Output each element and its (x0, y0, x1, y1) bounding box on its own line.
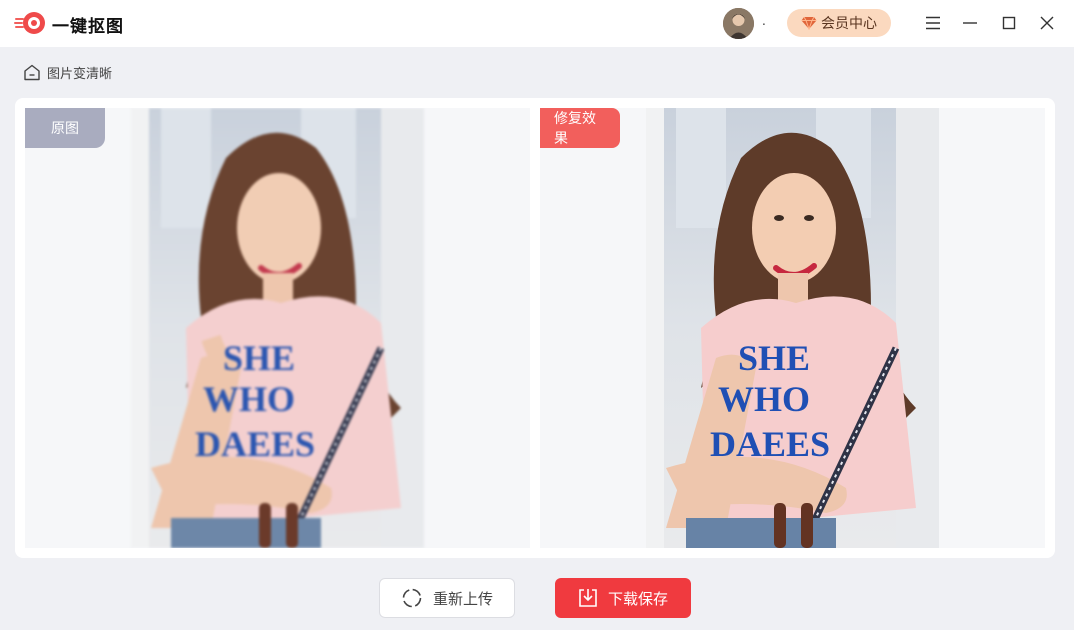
close-icon (1040, 16, 1054, 30)
original-photo: SHE WHO DAEES (131, 108, 424, 548)
minimize-button[interactable] (958, 11, 982, 35)
home-icon (24, 64, 40, 80)
result-image-box: SHE WHO DAEES 修复效果 (540, 108, 1045, 548)
result-tag: 修复效果 (540, 108, 620, 148)
shirt-text-line: DAEES (710, 424, 830, 464)
shirt-text-line: WHO (718, 379, 810, 419)
download-save-button[interactable]: 下载保存 (555, 578, 691, 618)
app-logo-icon (14, 12, 45, 34)
compare-panel: SHE WHO DAEES 原图 SHE WHO DAEES 修复效果 (15, 98, 1055, 558)
user-name: . (762, 14, 766, 28)
reupload-label: 重新上传 (432, 589, 493, 608)
shirt-text-line: SHE (223, 338, 295, 378)
refresh-icon (402, 588, 422, 608)
result-photo: SHE WHO DAEES (646, 108, 939, 548)
close-button[interactable] (1035, 11, 1059, 35)
shirt-text-line: SHE (738, 338, 810, 378)
vip-center-label: 会员中心 (821, 16, 877, 32)
menu-button[interactable] (921, 11, 945, 35)
title-bar: 一键抠图 . 会员中心 (0, 0, 1074, 47)
original-tag: 原图 (25, 108, 105, 148)
shirt-text-line: WHO (203, 379, 295, 419)
maximize-icon (1002, 16, 1016, 30)
breadcrumb[interactable]: 图片变清晰 (23, 62, 112, 82)
reupload-button[interactable]: 重新上传 (379, 578, 515, 618)
diamond-icon (801, 16, 817, 30)
app-name: 一键抠图 (52, 17, 124, 37)
download-save-label: 下载保存 (607, 589, 668, 608)
minimize-icon (963, 22, 977, 24)
download-icon (579, 589, 597, 607)
vip-center-button[interactable]: 会员中心 (787, 9, 891, 37)
avatar[interactable] (723, 8, 754, 39)
breadcrumb-label: 图片变清晰 (47, 66, 113, 82)
maximize-button[interactable] (997, 11, 1021, 35)
original-image-box: SHE WHO DAEES 原图 (25, 108, 530, 548)
menu-icon (926, 16, 940, 30)
shirt-text-line: DAEES (195, 424, 315, 464)
